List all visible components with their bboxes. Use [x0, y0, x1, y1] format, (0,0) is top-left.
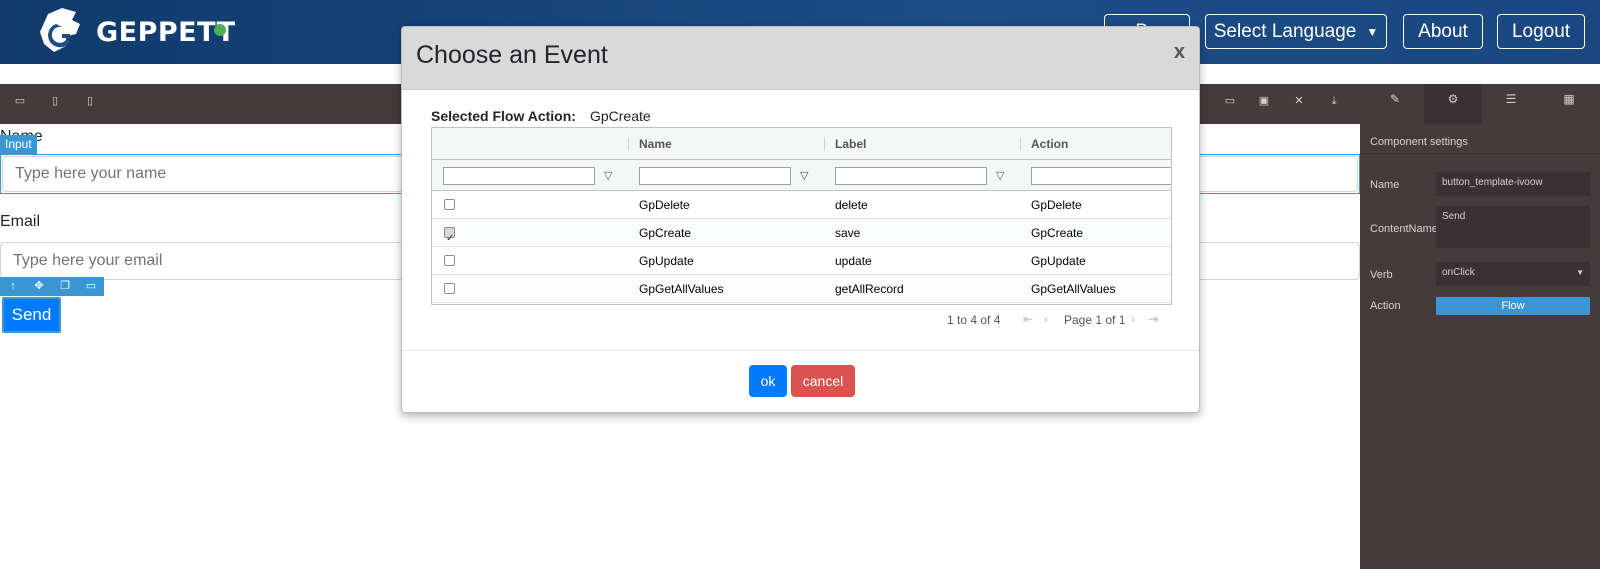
next-page-icon[interactable]: ›	[1131, 312, 1135, 326]
content-name-field[interactable]: Send	[1436, 206, 1590, 248]
caret-down-icon: ▼	[1366, 24, 1379, 39]
row-label: getAllRecord	[835, 282, 904, 296]
grid-filter-row: ▽ ▽ ▽	[432, 160, 1171, 191]
component-toolbar: ↑ ✥ ❐ ▭	[0, 277, 104, 296]
row-summary: 1 to 4 of 4	[947, 313, 1001, 327]
cancel-button[interactable]: cancel	[791, 365, 855, 397]
move-icon[interactable]: ✥	[26, 277, 52, 296]
row-checkbox-cell	[432, 219, 628, 253]
row-action: GpDelete	[1031, 198, 1082, 212]
row-label: delete	[835, 198, 868, 212]
row-action: GpGetAllValues	[1031, 282, 1116, 296]
page-label: Page 1 of 1	[1064, 313, 1126, 327]
row-name: GpCreate	[639, 226, 692, 240]
component-settings-title: Component settings	[1360, 130, 1600, 154]
column-action-header[interactable]: Action	[1020, 128, 1171, 160]
row-checkbox-cell	[432, 247, 628, 275]
download-icon[interactable]: ⤓	[1324, 91, 1344, 111]
filter-cell: ▽	[432, 160, 628, 191]
filter-icon[interactable]: ▽	[996, 169, 1004, 182]
select-filter-input[interactable]	[443, 167, 595, 185]
desktop-icon[interactable]: ▭	[10, 91, 30, 111]
filter-icon[interactable]: ▽	[800, 169, 808, 182]
verb-value: onClick	[1442, 267, 1475, 278]
ok-button[interactable]: ok	[749, 365, 787, 397]
name-label: Name	[1370, 179, 1400, 191]
send-button[interactable]: Send	[2, 297, 61, 333]
prev-page-icon[interactable]: ‹	[1044, 312, 1048, 326]
chevron-down-icon: ▼	[1576, 268, 1584, 277]
row-action: GpCreate	[1031, 226, 1084, 240]
row-checkbox-cell	[432, 275, 628, 303]
row-checkbox-cell	[432, 191, 628, 219]
table-row[interactable]: GpDelete delete GpDelete	[432, 191, 1171, 219]
verb-label: Verb	[1370, 269, 1393, 281]
delete-icon[interactable]: ▭	[78, 277, 104, 296]
verb-select[interactable]: onClick ▼	[1436, 262, 1590, 286]
mobile-icon[interactable]: ▯	[80, 91, 100, 111]
flow-button[interactable]: Flow	[1436, 297, 1590, 315]
row-name: GpDelete	[639, 198, 690, 212]
row-checkbox[interactable]	[444, 225, 455, 253]
tablet-icon[interactable]: ▯	[45, 91, 65, 111]
table-row[interactable]: GpGetAllValues getAllRecord GpGetAllValu…	[432, 275, 1171, 303]
save-icon[interactable]: ▣	[1254, 91, 1274, 111]
close-icon[interactable]: ✕	[1289, 91, 1309, 111]
close-icon[interactable]: x	[1174, 41, 1185, 64]
selected-flow-action: Selected Flow Action: GpCreate	[431, 108, 651, 124]
input-component-badge: Input	[0, 135, 37, 154]
label-filter-input[interactable]	[835, 167, 987, 185]
column-name-header[interactable]: Name	[628, 128, 824, 160]
arrow-up-icon[interactable]: ↑	[0, 277, 26, 296]
events-grid: Name Label Action ▽ ▽ ▽ GpDelete delete …	[431, 127, 1172, 305]
row-checkbox[interactable]	[444, 283, 455, 294]
table-row[interactable]: GpCreate save GpCreate	[432, 219, 1171, 253]
grid-header: Name Label Action	[432, 128, 1171, 160]
table-row[interactable]: GpUpdate update GpUpdate	[432, 247, 1171, 275]
filter-cell: ▽	[824, 160, 1020, 191]
geppetto-logo[interactable]: GEPPETT	[36, 6, 236, 58]
filter-cell: ▽	[628, 160, 824, 191]
last-page-icon[interactable]: ⇥	[1148, 312, 1158, 326]
column-label-header[interactable]: Label	[824, 128, 1020, 160]
grid-pagination: 1 to 4 of 4 ⇤ ‹ Page 1 of 1 › ⇥	[431, 312, 1172, 333]
brush-icon[interactable]: ✎	[1366, 84, 1424, 124]
logout-button[interactable]: Logout	[1497, 14, 1585, 49]
right-settings-panel: ✎ ⚙ ☰ ▦ Component settings Name button_t…	[1360, 84, 1600, 569]
row-checkbox[interactable]	[444, 199, 455, 210]
copy-icon[interactable]: ❐	[52, 277, 78, 296]
column-select-header[interactable]	[432, 128, 628, 160]
layers-icon[interactable]: ☰	[1482, 84, 1540, 124]
action-filter-input[interactable]	[1031, 167, 1171, 185]
select-language-label: Select Language	[1213, 20, 1357, 42]
row-name: GpGetAllValues	[639, 282, 724, 296]
select-language-button[interactable]: Select Language ▼	[1205, 14, 1387, 49]
panel-tabs: ✎ ⚙ ☰ ▦	[1360, 84, 1600, 124]
gear-icon[interactable]: ⚙	[1424, 84, 1482, 124]
choose-event-modal: Choose an Event x Selected Flow Action: G…	[401, 26, 1200, 413]
content-name-label: ContentName	[1370, 223, 1438, 235]
selected-flow-label: Selected Flow Action:	[431, 108, 576, 124]
name-filter-input[interactable]	[639, 167, 791, 185]
name-field[interactable]: button_template-ivoow	[1436, 172, 1590, 196]
modal-footer-divider	[402, 350, 1199, 351]
row-label: save	[835, 226, 861, 240]
row-name: GpUpdate	[639, 254, 694, 268]
row-checkbox[interactable]	[444, 255, 455, 266]
row-action: GpUpdate	[1031, 254, 1086, 268]
about-button[interactable]: About	[1403, 14, 1483, 49]
selected-flow-value: GpCreate	[589, 108, 651, 124]
blocks-icon[interactable]: ▦	[1540, 84, 1598, 124]
trash-icon[interactable]: ▭	[1220, 91, 1240, 111]
logo-gear-icon	[40, 8, 80, 52]
first-page-icon[interactable]: ⇤	[1023, 312, 1033, 326]
brand-dot	[213, 24, 226, 36]
modal-title: Choose an Event	[416, 41, 608, 69]
row-label: update	[835, 254, 872, 268]
modal-header: Choose an Event x	[402, 27, 1199, 90]
filter-cell	[1020, 160, 1171, 191]
action-label: Action	[1370, 300, 1401, 312]
filter-icon[interactable]: ▽	[604, 169, 612, 182]
email-field-label: Email	[0, 213, 41, 230]
